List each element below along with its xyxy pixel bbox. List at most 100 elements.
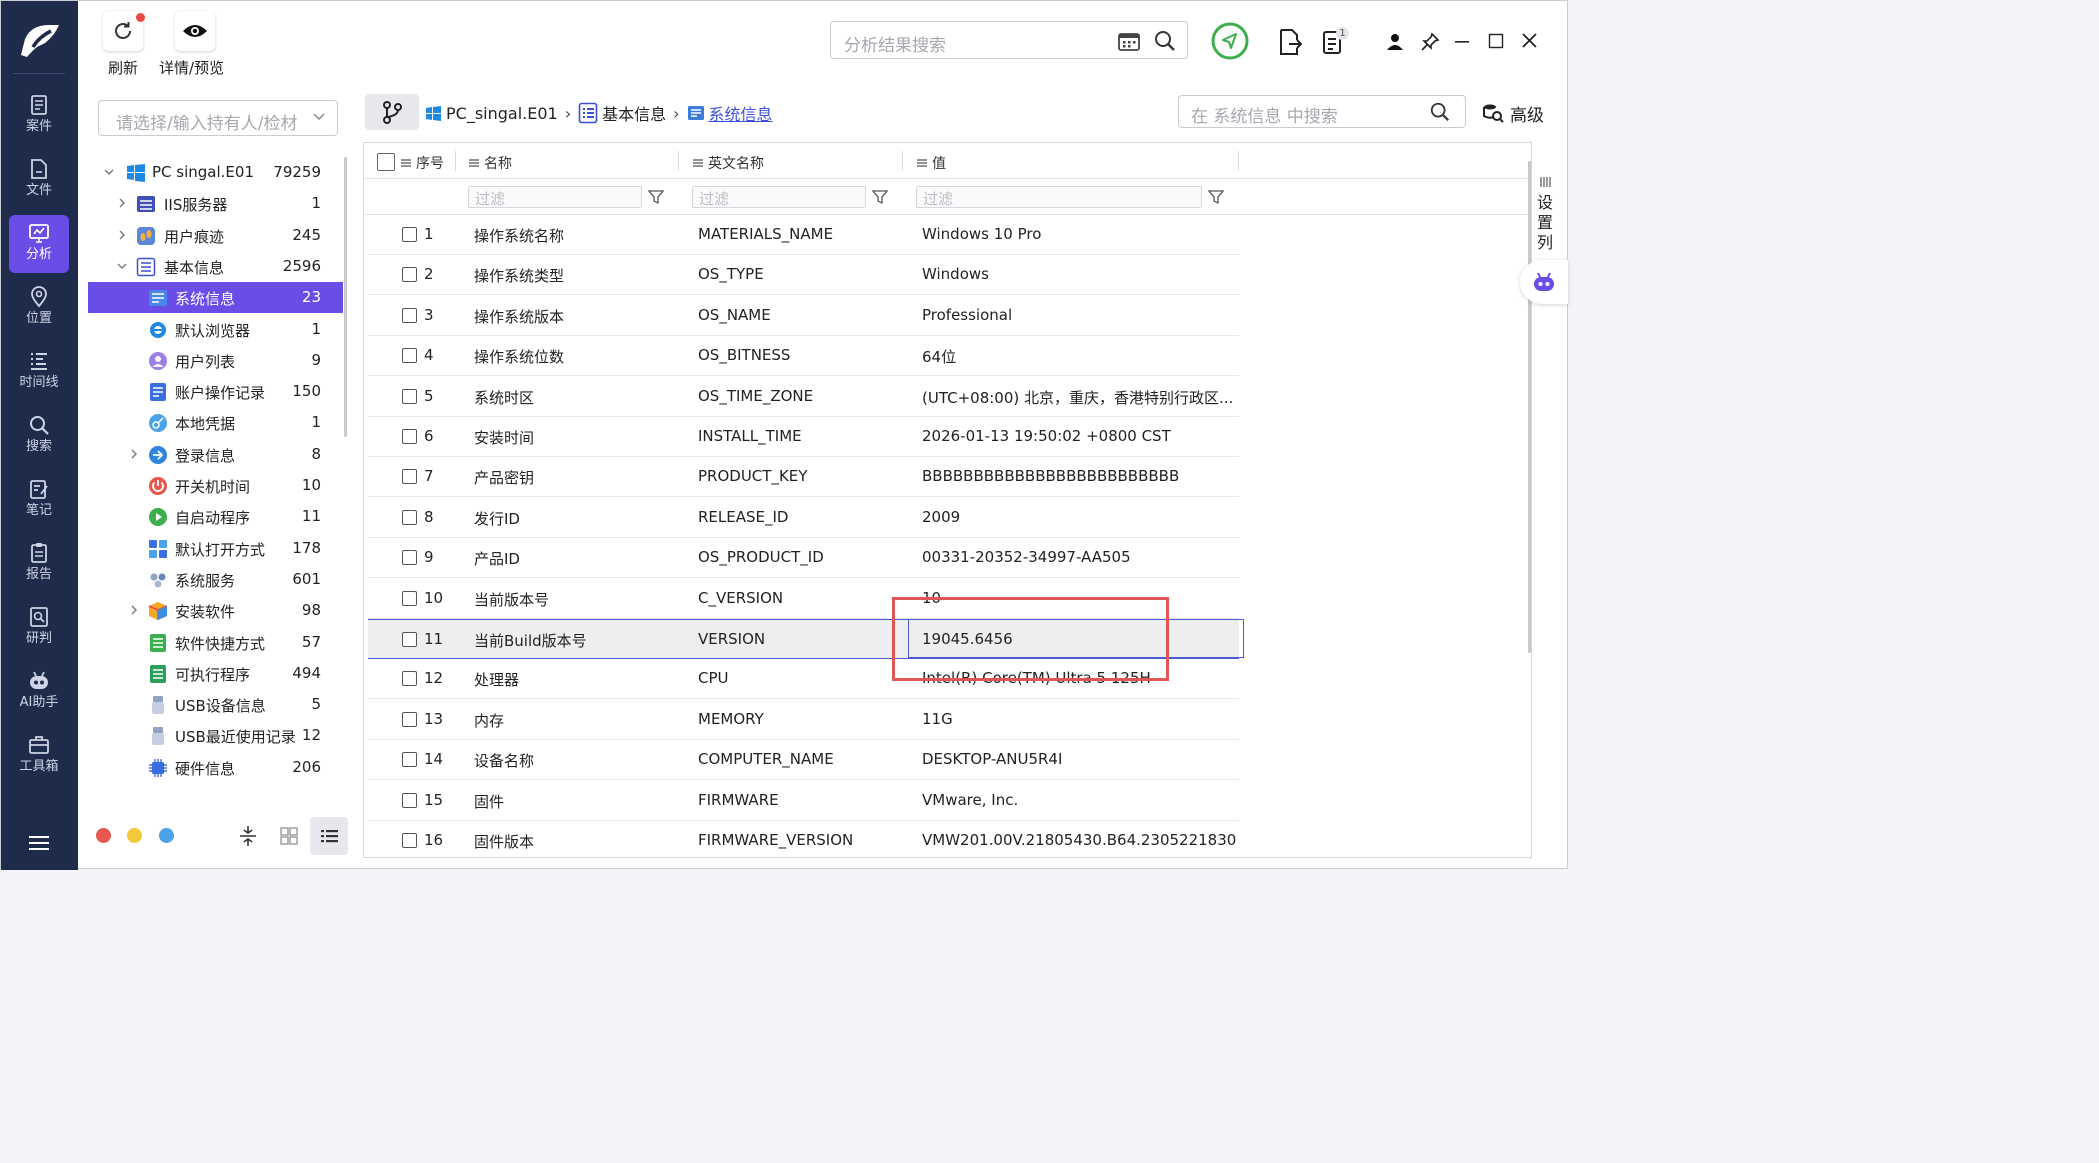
tree-item[interactable]: 登录信息 8 — [88, 439, 343, 470]
table-scrollbar[interactable] — [1528, 161, 1531, 653]
breadcrumb-item-basic-info[interactable]: 基本信息 — [578, 101, 666, 125]
nav-item-analysis[interactable]: 分析 — [9, 215, 69, 273]
table-row[interactable]: 4 操作系统位数 OS_BITNESS 64位 — [368, 336, 1239, 377]
tree-item[interactable]: 本地凭据 1 — [88, 407, 343, 438]
row-checkbox[interactable] — [402, 671, 417, 687]
analysis-search-input[interactable]: 分析结果搜索 — [830, 21, 1188, 59]
column-settings-button[interactable]: 设 置 列 — [1533, 173, 1557, 253]
table-row[interactable]: 6 安装时间 INSTALL_TIME 2026-01-13 19:50:02 +08… — [368, 417, 1239, 457]
tree-item[interactable]: 可执行程序 494 — [88, 658, 343, 689]
tree-item[interactable]: 自启动程序 11 — [88, 501, 343, 532]
tree-item[interactable]: 基本信息 2596 — [88, 251, 343, 282]
column-divider[interactable] — [455, 151, 456, 171]
close-icon[interactable] — [1521, 32, 1538, 49]
shield-check-icon[interactable] — [1210, 21, 1250, 61]
tree-item[interactable]: 默认浏览器 1 — [88, 314, 343, 345]
nav-item-location[interactable]: 位置 — [9, 279, 69, 337]
row-checkbox[interactable] — [402, 469, 417, 485]
table-row[interactable]: 9 产品ID OS_PRODUCT_ID 00331-20352-34997-AA50… — [368, 538, 1239, 579]
table-row[interactable]: 11 当前Build版本号 VERSION 19045.6456 — [368, 619, 1239, 659]
en-filter-input[interactable]: 过滤 — [692, 186, 866, 208]
breadcrumb-item-system-info[interactable]: 系统信息 — [687, 101, 773, 125]
search-icon[interactable] — [1429, 101, 1451, 123]
row-checkbox[interactable] — [402, 752, 417, 768]
row-checkbox[interactable] — [402, 388, 417, 404]
table-row[interactable]: 3 操作系统版本 OS_NAME Professional — [368, 296, 1239, 336]
row-checkbox[interactable] — [402, 509, 417, 525]
column-divider[interactable] — [902, 151, 903, 171]
advanced-search-button[interactable]: 高级 — [1482, 98, 1544, 128]
filter-icon[interactable] — [872, 189, 888, 205]
nav-item-search[interactable]: 搜索 — [9, 407, 69, 465]
nav-item-ai-assistant[interactable]: AI助手 — [9, 663, 69, 721]
tree-item[interactable]: 用户列表 9 — [88, 345, 343, 376]
row-checkbox[interactable] — [402, 792, 417, 808]
chevron-right-icon[interactable] — [129, 605, 139, 615]
maximize-icon[interactable] — [1488, 33, 1504, 49]
filter-icon[interactable] — [648, 189, 664, 205]
table-row[interactable]: 7 产品密钥 PRODUCT_KEY BBBBBBBBBBBBBBBBBBBBBBBB… — [368, 457, 1239, 498]
value-filter-input[interactable]: 过滤 — [916, 186, 1202, 208]
export-file-icon[interactable] — [1277, 28, 1303, 56]
column-header-name[interactable]: 名称 — [468, 153, 512, 173]
tree-item[interactable]: 用户痕迹 245 — [88, 220, 343, 251]
refresh-button[interactable]: 刷新 — [103, 11, 145, 78]
row-checkbox[interactable] — [402, 348, 417, 364]
chevron-down-icon[interactable] — [104, 167, 114, 177]
tree-item[interactable]: 硬件信息 206 — [88, 752, 343, 783]
search-icon[interactable] — [1153, 29, 1177, 53]
column-header-no[interactable]: 序号 — [400, 153, 444, 173]
table-row[interactable]: 13 内存 MEMORY 11G — [368, 700, 1239, 740]
row-checkbox[interactable] — [402, 267, 417, 283]
row-checkbox[interactable] — [402, 227, 417, 242]
system-info-search-input[interactable]: 在 系统信息 中搜索 — [1178, 95, 1466, 128]
table-row[interactable]: 1 操作系统名称 MATERIALS_NAME Windows 10 Pro — [368, 215, 1239, 255]
row-checkbox[interactable] — [402, 632, 417, 647]
yellow-dot[interactable] — [127, 828, 142, 843]
row-checkbox[interactable] — [402, 711, 417, 727]
table-row[interactable]: 8 发行ID RELEASE_ID 2009 — [368, 498, 1239, 538]
user-icon[interactable] — [1386, 33, 1404, 51]
nav-item-timeline[interactable]: 时间线 — [9, 343, 69, 401]
minimize-icon[interactable] — [1454, 40, 1470, 44]
tree-item[interactable]: 系统服务 601 — [88, 564, 343, 595]
column-header-value[interactable]: 值 — [916, 153, 946, 173]
tree-item[interactable]: 安装软件 98 — [88, 595, 343, 626]
grid-view-icon[interactable] — [276, 823, 302, 849]
red-dot[interactable] — [96, 828, 111, 843]
tree-item[interactable]: USB最近使用记录 12 — [88, 720, 343, 751]
holder-select[interactable]: 请选择/输入持有人/检材 — [98, 100, 338, 136]
tree-item[interactable]: USB设备信息 5 — [88, 689, 343, 720]
preview-button[interactable]: 详情/预览 — [159, 11, 224, 78]
table-row[interactable]: 15 固件 FIRMWARE VMware, Inc. — [368, 781, 1239, 821]
row-checkbox[interactable] — [402, 590, 417, 606]
name-filter-input[interactable]: 过滤 — [468, 186, 642, 208]
calendar-icon[interactable] — [1117, 30, 1141, 52]
chevron-right-icon[interactable] — [129, 449, 139, 459]
chevron-right-icon[interactable] — [117, 230, 127, 240]
row-checkbox[interactable] — [402, 550, 417, 566]
select-all-checkbox[interactable] — [377, 153, 395, 171]
table-row[interactable]: 5 系统时区 OS_TIME_ZONE (UTC+08:00) 北京，重庆，香港特别行… — [368, 377, 1239, 417]
nav-item-report[interactable]: 报告 — [9, 535, 69, 593]
nav-item-case[interactable]: 案件 — [9, 87, 69, 145]
blue-dot[interactable] — [159, 828, 174, 843]
tree-item[interactable]: 账户操作记录 150 — [88, 376, 343, 407]
breadcrumb-item-evidence[interactable]: PC_singal.E01 — [425, 104, 558, 123]
tree-toggle-button[interactable] — [365, 94, 419, 130]
filter-icon[interactable] — [1208, 189, 1224, 205]
chevron-down-icon[interactable] — [117, 261, 127, 271]
tree-item[interactable]: PC singal.E01 79259 — [88, 157, 343, 188]
ai-assistant-float-button[interactable] — [1520, 260, 1568, 304]
tree-item[interactable]: 系统信息 23 — [88, 282, 343, 314]
row-checkbox[interactable] — [402, 429, 417, 444]
tree-item[interactable]: 开关机时间 10 — [88, 470, 343, 501]
row-checkbox[interactable] — [402, 307, 417, 323]
chevron-right-icon[interactable] — [117, 198, 127, 208]
table-row[interactable]: 12 处理器 CPU Intel(R) Core(TM) Ultra 5 125H — [368, 659, 1239, 700]
table-row[interactable]: 2 操作系统类型 OS_TYPE Windows — [368, 255, 1239, 296]
table-row[interactable]: 14 设备名称 COMPUTER_NAME DESKTOP-ANU5R4I — [368, 740, 1239, 781]
nav-item-file[interactable]: 文件 — [9, 151, 69, 209]
row-checkbox[interactable] — [402, 833, 417, 848]
pin-icon[interactable] — [1420, 32, 1440, 52]
